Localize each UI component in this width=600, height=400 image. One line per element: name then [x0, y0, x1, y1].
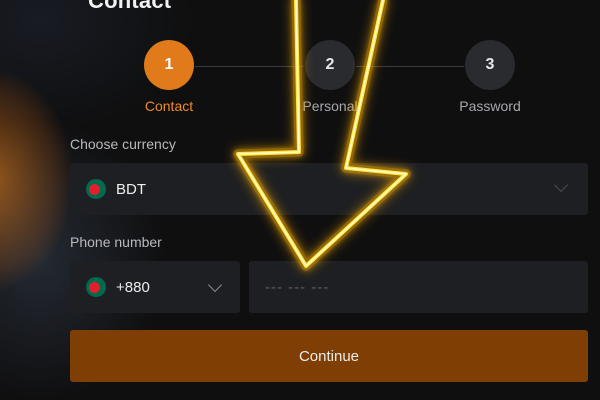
- step-number-circle: 1: [144, 40, 194, 90]
- currency-select[interactable]: BDT: [70, 163, 588, 215]
- continue-button[interactable]: Continue: [70, 330, 588, 382]
- phone-number-input[interactable]: [249, 261, 588, 313]
- country-code-value: +880: [116, 278, 150, 296]
- step-password[interactable]: 3 Password: [430, 40, 550, 114]
- step-personal[interactable]: 2 Personal: [270, 40, 390, 114]
- step-number-circle: 3: [465, 40, 515, 90]
- bangladesh-flag-icon: [86, 277, 106, 297]
- currency-value: BDT: [116, 180, 146, 198]
- bangladesh-flag-icon: [86, 179, 106, 199]
- registration-stepper: 1 Contact 2 Personal 3 Password: [0, 40, 600, 120]
- step-label: Personal: [302, 98, 358, 114]
- chevron-down-icon: [553, 177, 569, 193]
- step-number-circle: 2: [305, 40, 355, 90]
- page-title: Contact: [88, 0, 172, 13]
- phone-number-label: Phone number: [70, 234, 162, 250]
- chevron-down-icon: [207, 277, 223, 293]
- step-contact[interactable]: 1 Contact: [109, 40, 229, 114]
- country-code-select[interactable]: +880: [70, 261, 240, 313]
- currency-label: Choose currency: [70, 136, 176, 152]
- step-label: Contact: [144, 98, 194, 114]
- step-label: Password: [459, 98, 521, 114]
